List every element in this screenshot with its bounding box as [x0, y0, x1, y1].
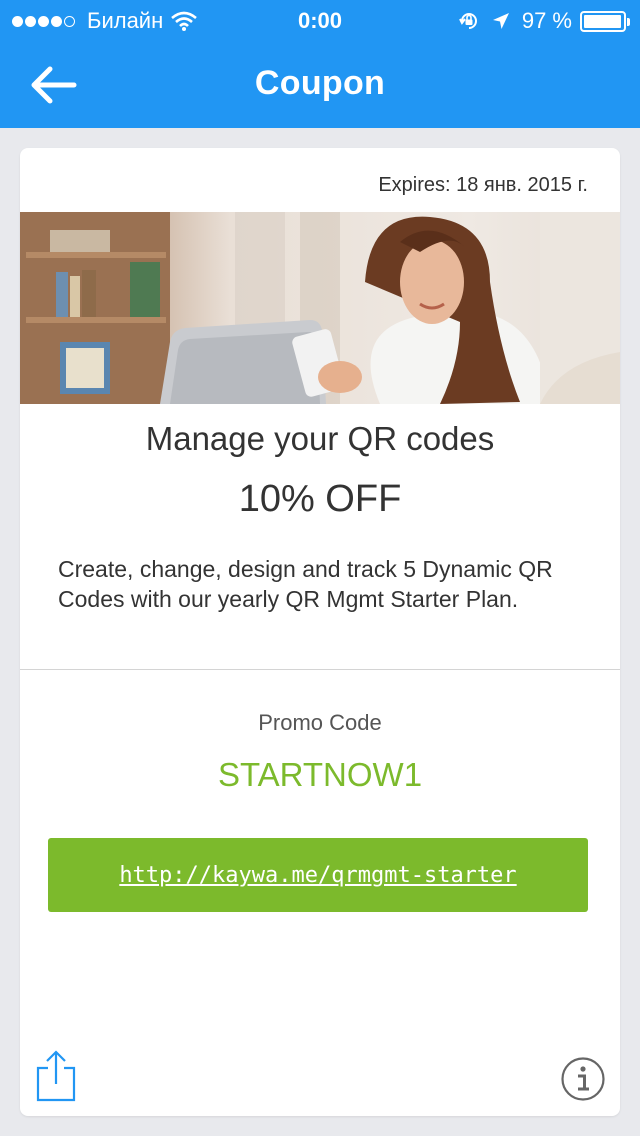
offer-link-button[interactable]: http://kaywa.me/qrmgmt-starter	[48, 838, 588, 912]
navigation-bar: Coupon	[0, 40, 640, 128]
rotation-lock-icon	[458, 13, 477, 29]
promo-code-value[interactable]: STARTNOW1	[20, 756, 620, 794]
location-arrow-icon	[492, 13, 509, 29]
info-button[interactable]	[560, 1056, 606, 1102]
section-divider	[20, 669, 620, 670]
battery-fill	[584, 14, 621, 28]
battery-percent: 97 %	[521, 8, 572, 33]
expiry-date: Expires: 18 янв. 2015 г.	[378, 174, 588, 196]
info-icon	[561, 1057, 605, 1101]
coupon-hero-image	[20, 212, 620, 404]
offer-link-text[interactable]: http://kaywa.me/qrmgmt-starter	[119, 863, 516, 888]
page-title: Coupon	[254, 64, 386, 102]
status-right: 97 %	[458, 8, 630, 34]
share-icon	[36, 1050, 76, 1102]
coupon-headline: Manage your QR codes	[145, 420, 495, 457]
status-bar: Билайн 0:00 97 %	[0, 0, 640, 40]
discount-text: 10% OFF	[238, 478, 402, 520]
promo-code-label: Promo Code	[258, 710, 382, 735]
top-bar: Билайн 0:00 97 % Coupon	[0, 0, 640, 128]
coupon-description: Create, change, design and track 5 Dynam…	[58, 556, 553, 612]
coupon-card: Expires: 18 янв. 2015 г. Manage your QR …	[20, 148, 620, 1116]
battery-icon	[580, 10, 630, 32]
share-button[interactable]	[34, 1048, 78, 1104]
